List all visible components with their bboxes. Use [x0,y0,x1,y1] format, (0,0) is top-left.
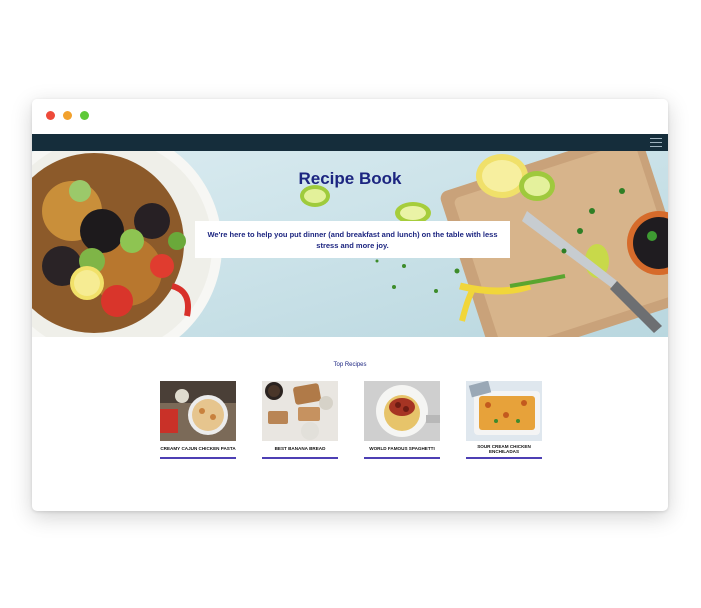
browser-window: Recipe Book We're here to help you put d… [32,99,668,511]
hamburger-menu-icon[interactable] [650,138,662,147]
site-navbar [32,134,668,151]
recipe-card-enchiladas[interactable]: SOUR CREAM CHICKEN ENCHILADAS [466,381,542,459]
recipe-thumbnail [364,381,440,441]
close-window-button[interactable] [46,111,55,120]
recipe-title: SOUR CREAM CHICKEN ENCHILADAS [477,443,531,455]
maximize-window-button[interactable] [80,111,89,120]
top-recipes-heading: Top Recipes [333,362,367,368]
minimize-window-button[interactable] [63,111,72,120]
recipe-title: BEST BANANA BREAD [274,446,326,452]
hero-tagline: We're here to help you put dinner (and b… [207,229,498,250]
recipe-title: CREAMY CAJUN CHICKEN PASTA [160,446,236,452]
recipe-title: WORLD FAMOUS SPAGHETTI [369,446,435,452]
page-title: Recipe Book [298,169,402,188]
recipe-card-spaghetti[interactable]: WORLD FAMOUS SPAGHETTI [364,381,440,459]
recipe-thumbnail [262,381,338,441]
recipe-thumbnail [466,381,542,441]
recipe-card-cajun-pasta[interactable]: CREAMY CAJUN CHICKEN PASTA [160,381,236,459]
hero-tagline-box: We're here to help you put dinner (and b… [195,221,510,258]
window-titlebar [32,99,668,134]
recipe-card-banana-bread[interactable]: BEST BANANA BREAD [262,381,338,459]
recipe-thumbnail [160,381,236,441]
hero-banner: Recipe Book We're here to help you put d… [32,151,668,337]
